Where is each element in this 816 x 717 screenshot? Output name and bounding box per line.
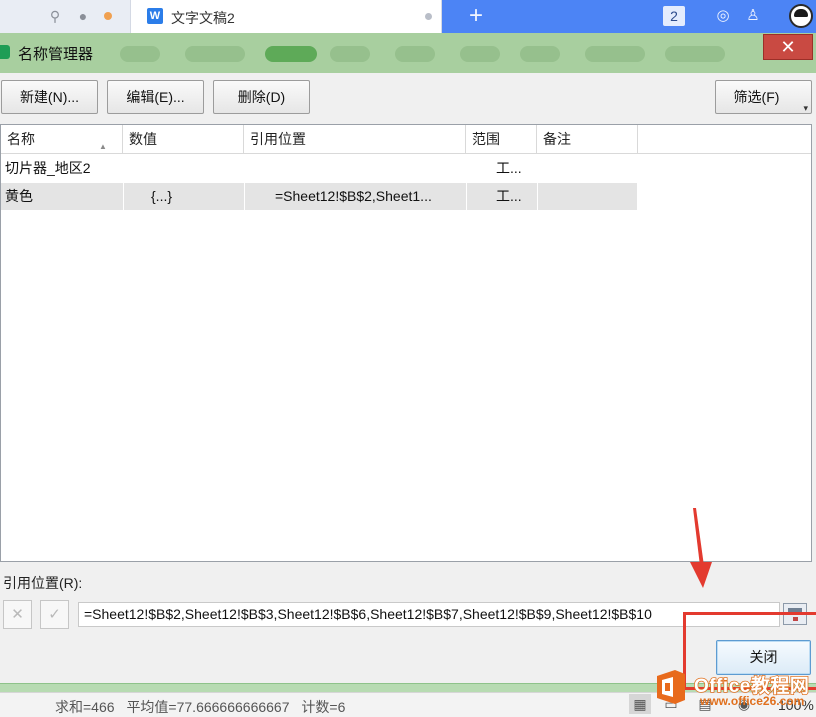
cloud-sync-icon[interactable]: ◎ [713,6,733,26]
ribbon-ghost-item [520,46,560,62]
key-icon[interactable]: ⚲ [46,7,64,25]
cell-scope: 工... [496,188,522,204]
annotation-arrow-icon [690,508,712,588]
count-stat: 计数=6 [301,699,346,715]
column-header-refers-to[interactable]: 引用位置 [244,125,466,154]
cell-refers-to: =Sheet12!$B$2,Sheet1... [275,188,432,204]
watermark-url: www.office26.com [700,694,805,708]
tab-title: 文字文稿2 [171,10,235,26]
filter-label: 筛选(F) [733,89,780,105]
sum-stat: 求和=466 [55,699,115,715]
cell-scope: 工... [496,160,522,176]
tab-modified-dot-icon [425,13,432,20]
cell-name: 切片器_地区2 [5,160,91,176]
new-tab-plus-icon[interactable]: + [462,2,490,30]
ribbon-ghost-item [185,46,245,62]
filter-dropdown-button[interactable]: 筛选(F) ▾ [715,80,812,114]
name-list-table[interactable]: 名称 ▲ 数值 引用位置 范围 备注 切片器_地区2 工... 黄色 {...}… [0,124,812,562]
ribbon-ghost-item [120,46,160,62]
table-header: 名称 ▲ 数值 引用位置 范围 备注 [1,125,811,154]
lightbulb-icon[interactable]: ● [74,7,92,25]
ribbon-ghost-item [265,46,317,62]
table-row-selected[interactable]: 黄色 {...} =Sheet12!$B$2,Sheet1... 工... [1,183,637,210]
selection-statistics: 求和=466 平均值=77.666666666667 计数=6 [55,697,353,717]
column-header-label: 名称 [7,131,35,147]
spreadsheet-app-icon [0,45,10,59]
average-stat: 平均值=77.666666666667 [126,699,290,715]
ribbon-ghost-item [665,46,725,62]
cell-refers-to [275,155,463,182]
column-header-comment[interactable]: 备注 [537,125,638,154]
column-header-name[interactable]: 名称 ▲ [1,125,123,154]
cell-value: {...} [151,188,173,204]
wps-writer-icon: W [147,8,163,24]
cell-name: 黄色 [5,188,33,204]
notification-dot-icon [104,12,112,20]
browser-tab-bar: ⚲ ● W 文字文稿2 + 2 ◎ ♙ [0,0,816,33]
normal-view-grid-icon[interactable]: ▦ [629,694,651,714]
cell-divider [244,183,245,210]
cell-divider [123,183,124,210]
cell-comment [541,183,631,210]
refers-to-input[interactable]: =Sheet12!$B$2,Sheet12!$B$3,Sheet12!$B$6,… [78,602,780,627]
skin-shirt-icon[interactable]: ♙ [743,6,763,26]
dialog-close-x-button[interactable]: ✕ [763,34,813,60]
screen: ⚲ ● W 文字文稿2 + 2 ◎ ♙ 名称管理器 ✕ 新建(N)... 编辑(… [0,0,816,717]
new-name-button[interactable]: 新建(N)... [1,80,98,114]
cell-comment [541,155,631,182]
refers-to-label: 引用位置(R): [3,575,83,591]
column-header-value[interactable]: 数值 [123,125,244,154]
ribbon-ghost-item [395,46,435,62]
cell-value [151,155,231,182]
confirm-edit-button[interactable]: ✓ [40,600,69,629]
cell-divider [466,183,467,210]
tab-strip-left: ⚲ ● [0,0,130,33]
column-header-scope[interactable]: 范围 [466,125,537,154]
cancel-edit-button[interactable]: ✕ [3,600,32,629]
ribbon-ghost-item [330,46,370,62]
ribbon-ghost-item [585,46,645,62]
edit-name-button[interactable]: 编辑(E)... [107,80,204,114]
office-logo-icon [657,670,685,704]
dropdown-arrow-icon: ▾ [803,103,808,113]
dialog-title: 名称管理器 [18,46,94,63]
cell-divider [537,183,538,210]
ribbon-ghost-item [460,46,500,62]
window-count-badge[interactable]: 2 [663,6,685,26]
table-row[interactable]: 切片器_地区2 工... [1,155,637,182]
avatar[interactable] [789,4,813,28]
delete-name-button[interactable]: 删除(D) [213,80,310,114]
tab-document[interactable]: W 文字文稿2 [130,0,442,33]
